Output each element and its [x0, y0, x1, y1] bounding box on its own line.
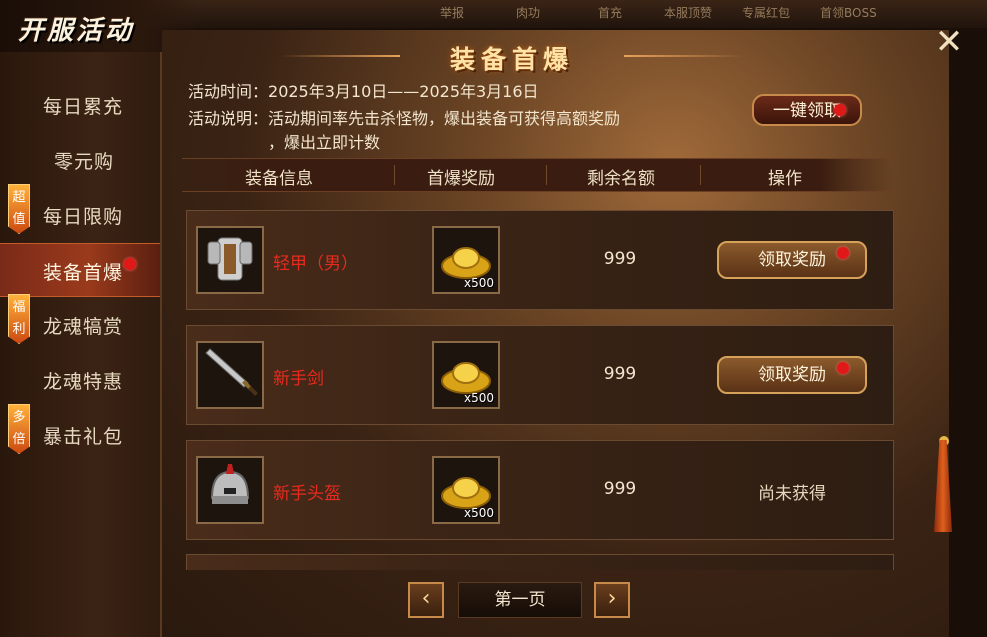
activity-desc-continued: ，爆出立即计数	[268, 133, 381, 152]
multiplier-tag: 多倍	[8, 404, 30, 454]
sidebar-item-label: 每日限购	[43, 206, 124, 228]
value-tag: 超值	[8, 184, 30, 234]
remaining-count: 999	[603, 364, 637, 384]
gold-ingot-icon[interactable]: x500	[432, 226, 500, 294]
not-obtained-status: 尚未获得	[758, 484, 826, 504]
claim-reward-button[interactable]: 领取奖励	[717, 241, 867, 279]
topbar-item[interactable]: 首领BOSS	[820, 4, 877, 21]
reward-quantity: x500	[463, 506, 494, 520]
gold-ingot-icon[interactable]: x500	[432, 456, 500, 524]
sidebar-item-dragon-soul-deal[interactable]: 龙魂特惠	[0, 353, 160, 405]
topbar-item[interactable]: 肉功	[516, 4, 540, 21]
topbar-item[interactable]: 专属红包	[742, 4, 790, 21]
activity-description: 活动说明：活动期间率先击杀怪物，爆出装备可获得高额奖励	[188, 105, 620, 129]
chevron-right-icon: ›	[607, 586, 617, 611]
topbar-item[interactable]: 首充	[598, 4, 622, 21]
sidebar-item-equipment-first-drop[interactable]: 装备首爆	[0, 243, 160, 297]
sword-icon[interactable]	[196, 341, 264, 409]
activity-desc-label: 活动说明：	[188, 109, 269, 128]
item-name: 新手头盔	[273, 484, 341, 504]
claim-reward-label: 领取奖励	[758, 250, 826, 270]
claim-reward-button[interactable]: 领取奖励	[717, 356, 867, 394]
notification-dot	[834, 104, 846, 116]
sidebar-item-label: 暴击礼包	[43, 426, 124, 448]
claim-reward-label: 领取奖励	[758, 365, 826, 385]
sidebar-item-zero-purchase[interactable]: 零元购	[0, 133, 160, 185]
table-row: 新手剑 x500 999 领取奖励	[186, 325, 894, 425]
item-name: 轻甲（男）	[273, 254, 358, 274]
table-header: 装备信息 首爆奖励 剩余名额 操作	[182, 158, 892, 192]
remaining-count: 999	[603, 249, 637, 269]
chevron-left-icon: ‹	[421, 586, 431, 611]
claim-all-label: 一键领取	[773, 101, 841, 121]
prev-page-button[interactable]: ‹	[408, 582, 444, 618]
column-header-reward: 首爆奖励	[427, 169, 495, 189]
sidebar-item-label: 龙魂犒赏	[43, 316, 124, 338]
close-button[interactable]: ✕	[930, 24, 968, 62]
helmet-icon[interactable]	[196, 456, 264, 524]
table-row: 新手头盔 x500 999 尚未获得	[186, 440, 894, 540]
activity-desc-text: 活动期间率先击杀怪物，爆出装备可获得高额奖励	[268, 109, 621, 128]
light-armor-icon[interactable]	[196, 226, 264, 294]
sidebar-item-label: 龙魂特惠	[43, 371, 124, 393]
page-indicator: 第一页	[458, 582, 582, 618]
topbar-item[interactable]: 本服顶赞	[664, 4, 712, 21]
page-title: 装备首爆	[449, 45, 574, 74]
notification-dot	[124, 258, 136, 270]
activity-time-label: 活动时间：	[188, 82, 269, 101]
sidebar-item-label: 装备首爆	[43, 262, 124, 284]
column-header-equipment: 装备信息	[245, 169, 313, 189]
sidebar: 每日累充 零元购 超值 每日限购 装备首爆 福利 龙魂犒赏 龙魂特惠 多倍 暴击…	[0, 52, 162, 637]
reward-quantity: x500	[463, 391, 494, 405]
table-row: 轻甲（男） x500 999 领取奖励	[186, 210, 894, 310]
column-header-remaining: 剩余名额	[587, 169, 655, 189]
close-icon: ✕	[934, 22, 964, 62]
claim-all-button[interactable]: 一键领取	[752, 94, 862, 126]
window-title: 开服活动	[18, 16, 135, 46]
item-name: 新手剑	[273, 369, 324, 389]
remaining-count: 999	[603, 479, 637, 499]
notification-dot	[837, 247, 849, 259]
topbar-item[interactable]: 举报	[440, 4, 464, 21]
sidebar-item-crit-pack[interactable]: 多倍 暴击礼包	[0, 404, 160, 460]
sidebar-item-daily-topup[interactable]: 每日累充	[0, 78, 160, 130]
main-panel: 装备首爆 活动时间：2025年3月10日——2025年3月16日 活动说明：活动…	[162, 30, 949, 637]
activity-time: 活动时间：2025年3月10日——2025年3月16日	[188, 78, 539, 102]
table-row	[186, 554, 894, 570]
sidebar-item-dragon-soul-reward[interactable]: 福利 龙魂犒赏	[0, 294, 160, 350]
notification-dot	[837, 362, 849, 374]
sidebar-item-label: 零元购	[54, 151, 115, 173]
header-ornament-right	[624, 55, 744, 57]
sidebar-item-label: 每日累充	[43, 96, 124, 118]
welfare-tag: 福利	[8, 294, 30, 344]
column-header-action: 操作	[768, 169, 802, 189]
header-ornament-left	[280, 55, 400, 57]
gold-ingot-icon[interactable]: x500	[432, 341, 500, 409]
sidebar-item-daily-limited[interactable]: 超值 每日限购	[0, 184, 160, 240]
next-page-button[interactable]: ›	[594, 582, 630, 618]
activity-time-value: 2025年3月10日——2025年3月16日	[268, 82, 539, 101]
reward-quantity: x500	[463, 276, 494, 290]
